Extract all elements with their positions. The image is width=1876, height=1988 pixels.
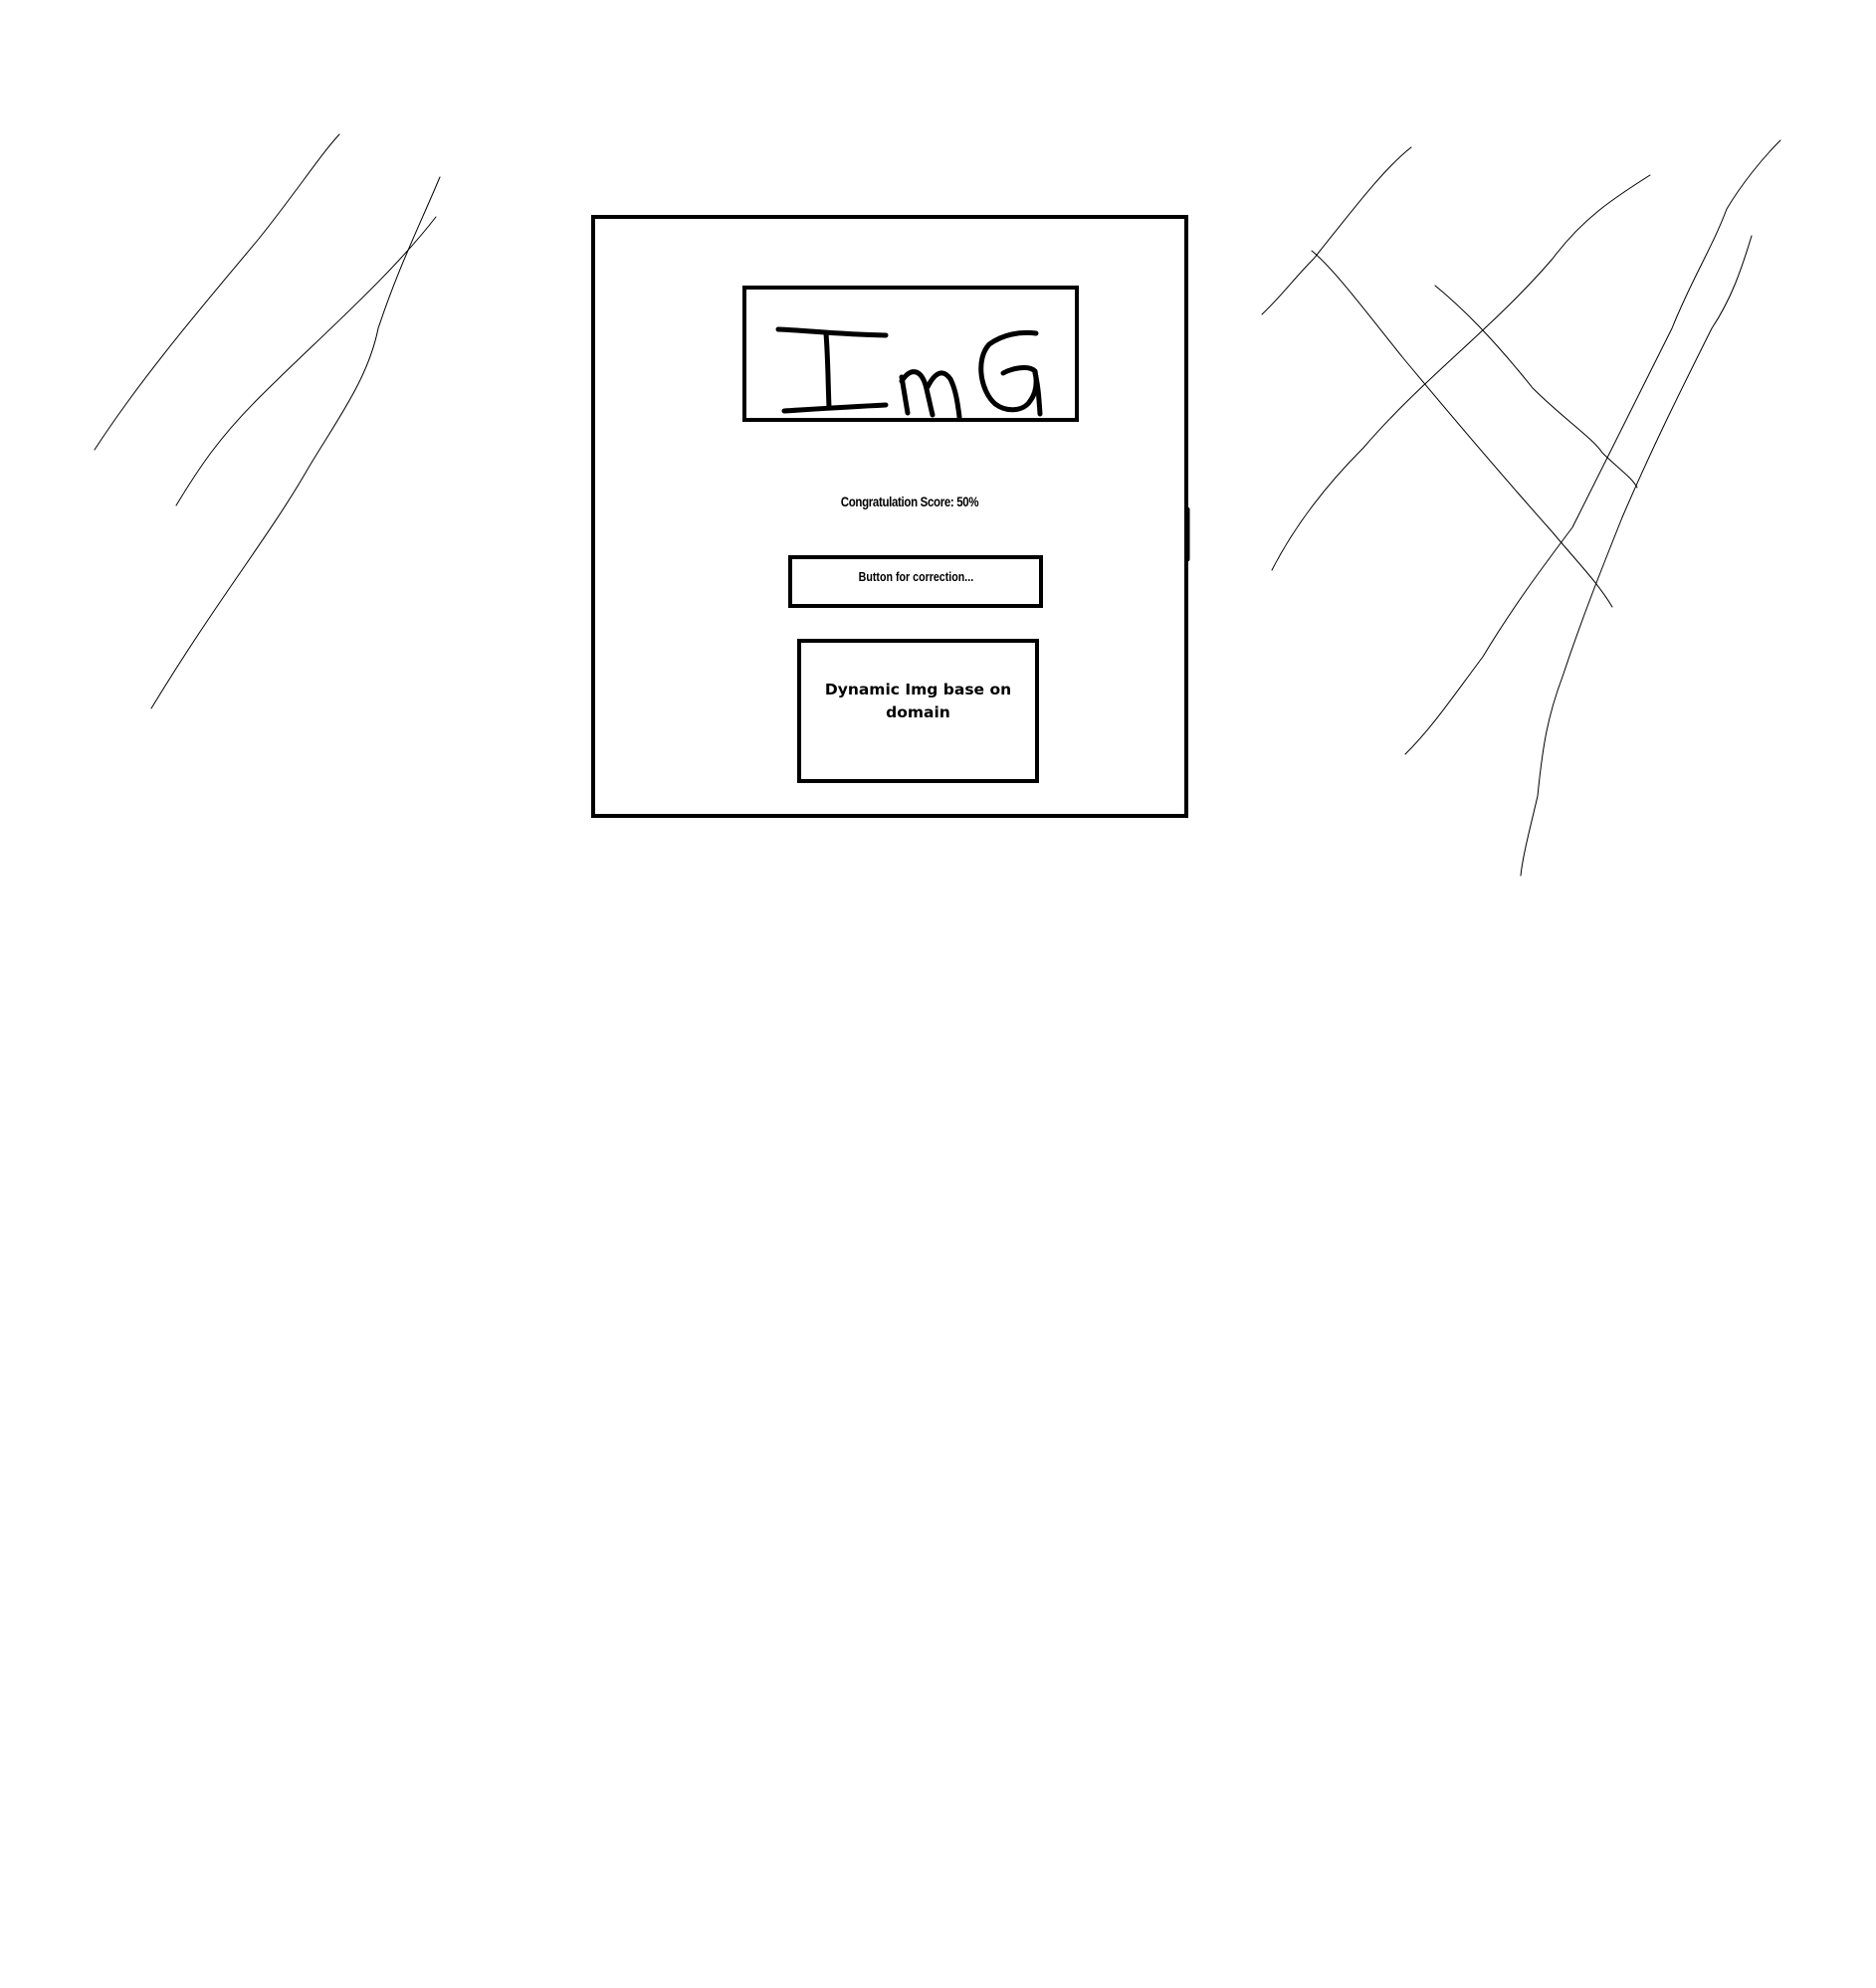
logo-handwritten-img bbox=[775, 326, 1043, 418]
sketch-stroke bbox=[150, 176, 441, 709]
score-message: Congratulation Score: 50% bbox=[840, 494, 979, 509]
sketch-stroke bbox=[1261, 146, 1412, 315]
sketch-stroke bbox=[175, 216, 437, 506]
sketch-stroke bbox=[1311, 250, 1613, 608]
sketch-stroke bbox=[94, 133, 340, 451]
sketch-stroke bbox=[1520, 235, 1753, 877]
correction-button-label: Button for correction... bbox=[858, 569, 973, 584]
logo-image-placeholder bbox=[742, 286, 1079, 422]
dynamic-image-placeholder: Dynamic Img base on domain bbox=[797, 639, 1039, 783]
sketch-stroke bbox=[1271, 174, 1651, 571]
sketch-stroke bbox=[1434, 285, 1638, 489]
correction-button[interactable]: Button for correction... bbox=[788, 555, 1043, 608]
sketch-stroke bbox=[1404, 139, 1781, 755]
result-card: Congratulation Score: 50% Button for cor… bbox=[591, 215, 1190, 818]
frame-edge-mark bbox=[1184, 506, 1190, 562]
dynamic-image-label: Dynamic Img base on domain bbox=[824, 681, 1012, 721]
